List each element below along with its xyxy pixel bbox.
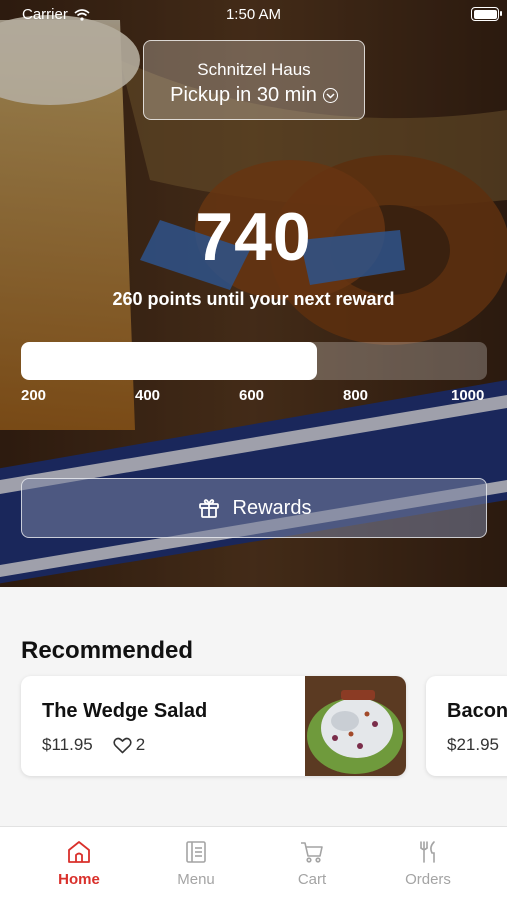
tab-cart[interactable]: Cart [257, 839, 367, 888]
tick-label: 600 [239, 387, 265, 404]
gift-icon [198, 499, 219, 518]
orders-icon [420, 841, 435, 863]
wedge-salad-photo [305, 676, 406, 776]
tab-label: Orders [405, 871, 451, 888]
item-meta: $11.95 2 [42, 735, 145, 755]
recommended-card[interactable]: The Wedge Salad $11.95 2 [21, 676, 406, 776]
status-time: 1:50 AM [225, 6, 282, 23]
points-balance: 740 [195, 199, 312, 275]
points-progress-fill [21, 342, 317, 380]
tick-label: 1000 [451, 387, 485, 404]
tab-home[interactable]: Home [24, 839, 134, 888]
item-price: $11.95 [42, 735, 93, 754]
tick-label: 400 [135, 387, 161, 404]
pickup-time: Pickup in 30 min [144, 84, 364, 107]
item-name: The Wedge Salad [42, 700, 208, 722]
tab-label: Menu [177, 871, 215, 888]
likes-count: 2 [135, 735, 146, 754]
store-name: Schnitzel Haus [197, 60, 311, 79]
tab-menu[interactable]: Menu [141, 839, 251, 888]
recommended-heading: Recommended [21, 637, 194, 664]
heart-icon [113, 737, 132, 753]
progress-tick-labels: 200 400 600 800 1000 [21, 387, 487, 407]
tick-label: 200 [21, 387, 47, 404]
tick-label: 800 [343, 387, 369, 404]
pickup-label: Pickup in 30 min [170, 84, 317, 106]
cart-icon [301, 842, 323, 863]
store-selector-button[interactable]: Schnitzel Haus Pickup in 30 min [143, 40, 365, 120]
status-bar: Carrier 1:50 AM [0, 0, 507, 28]
rewards-button[interactable]: Rewards [21, 478, 487, 538]
recommended-card[interactable]: Bacon $21.95 [426, 676, 507, 776]
tab-label: Cart [297, 871, 327, 888]
bottom-tab-bar: Home Menu Cart Orders [0, 826, 507, 900]
item-price: $21.95 [447, 735, 499, 754]
item-likes[interactable]: 2 [113, 735, 145, 755]
item-meta: $21.95 [447, 735, 499, 755]
tab-orders[interactable]: Orders [373, 839, 483, 888]
tab-label: Home [58, 871, 100, 888]
chevron-down-circle-icon [322, 88, 338, 103]
points-until-reward: 260 points until your next reward [112, 289, 395, 309]
home-icon [68, 841, 90, 863]
menu-icon [186, 841, 206, 863]
rewards-button-label: Rewards [232, 496, 312, 519]
points-progress-bar [21, 342, 487, 380]
item-name: Bacon [447, 700, 507, 722]
battery-icon [471, 7, 502, 21]
